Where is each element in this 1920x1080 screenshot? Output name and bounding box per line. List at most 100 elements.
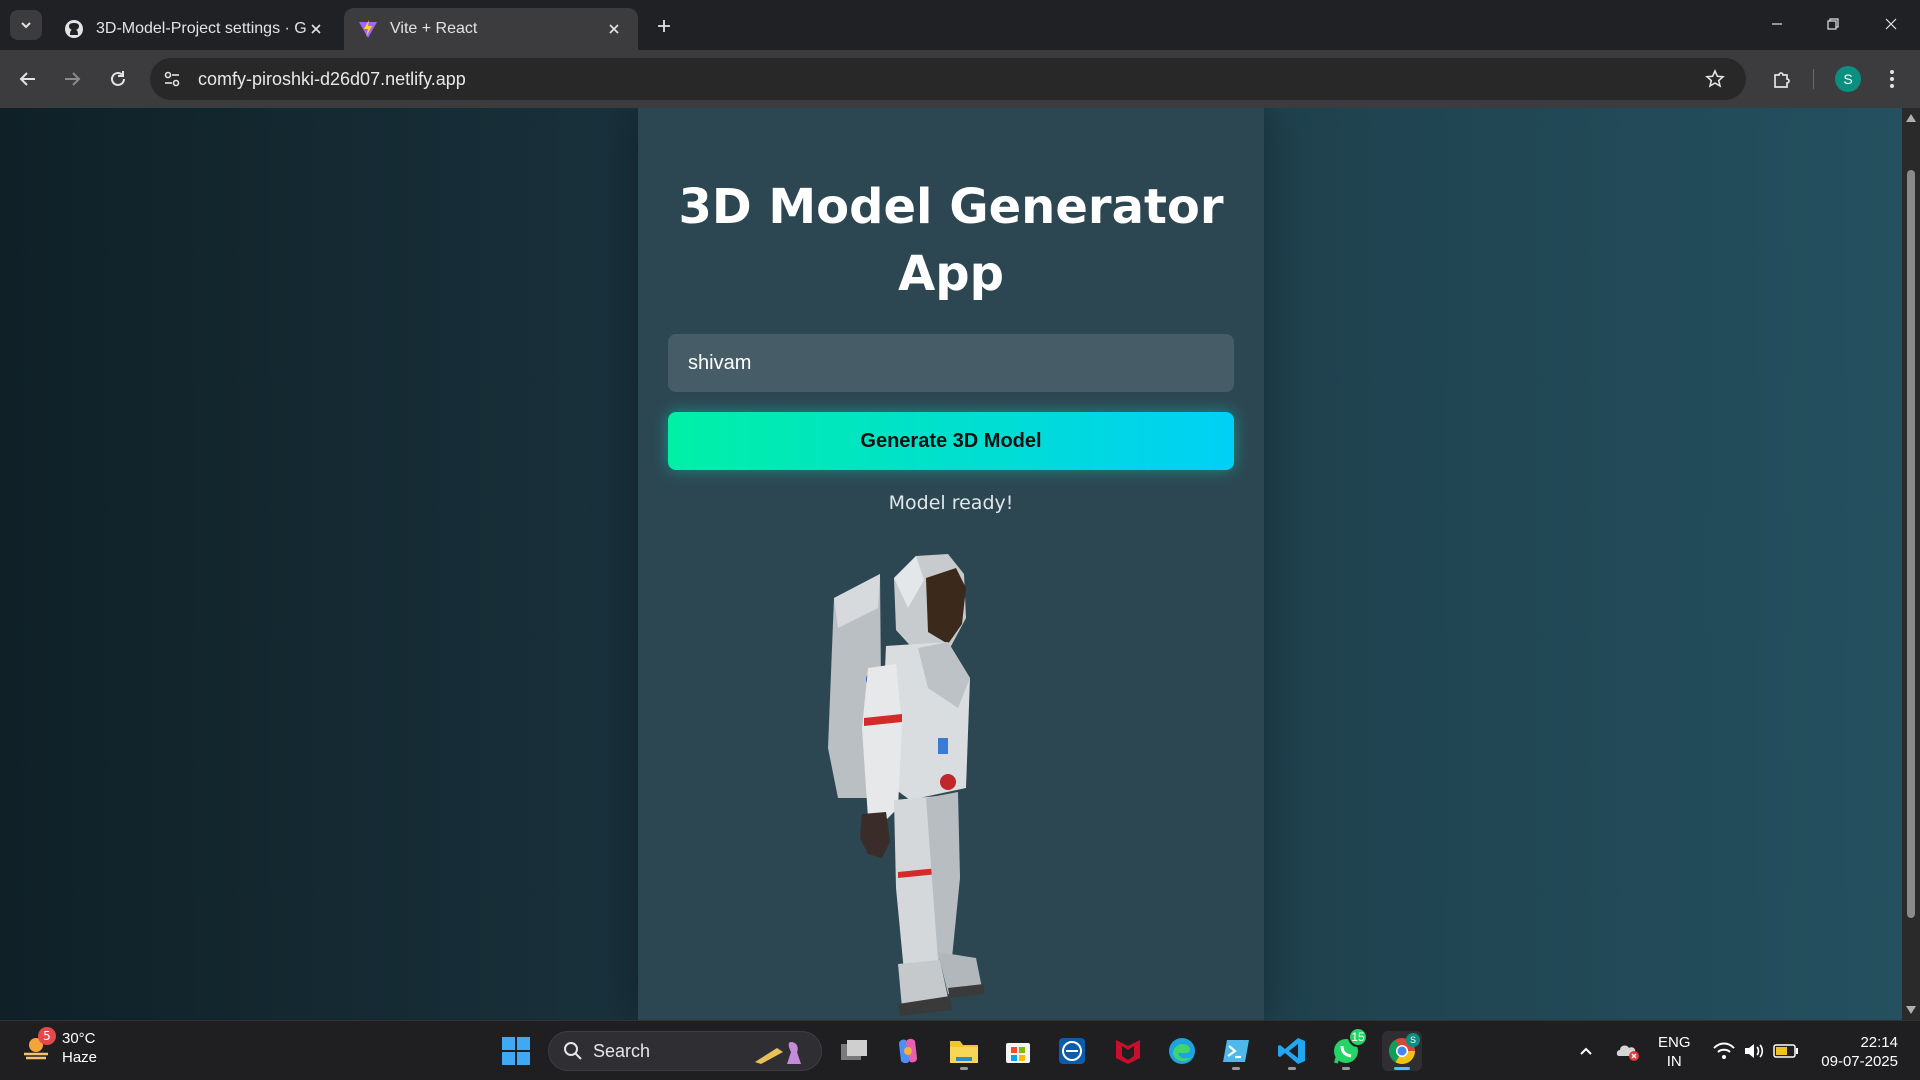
chevron-up-icon bbox=[1580, 1047, 1592, 1055]
language-indicator[interactable]: ENG IN bbox=[1658, 1033, 1691, 1071]
browser-toolbar: comfy-piroshki-d26d07.netlify.app S bbox=[0, 50, 1920, 108]
back-button[interactable] bbox=[12, 63, 44, 95]
page-viewport: 3D Model Generator App Generate 3D Model… bbox=[0, 108, 1902, 1020]
running-indicator bbox=[1394, 1067, 1410, 1070]
toolbar-divider bbox=[1813, 69, 1814, 89]
vscode-app[interactable] bbox=[1272, 1031, 1312, 1071]
weather-widget[interactable]: 5 30°C Haze bbox=[20, 1027, 98, 1067]
address-bar[interactable]: comfy-piroshki-d26d07.netlify.app bbox=[150, 58, 1746, 100]
whatsapp-app[interactable]: 15 bbox=[1326, 1027, 1368, 1071]
chrome-profile-badge: S bbox=[1406, 1033, 1420, 1047]
url-text: comfy-piroshki-d26d07.netlify.app bbox=[198, 68, 466, 89]
close-icon bbox=[1885, 18, 1897, 30]
tab-github-settings[interactable]: 3D-Model-Project settings · Git bbox=[50, 8, 340, 50]
reload-button[interactable] bbox=[102, 63, 134, 95]
new-tab-button[interactable] bbox=[650, 12, 678, 40]
weather-temp: 30°C bbox=[62, 1030, 96, 1047]
tab-vite-react[interactable]: Vite + React bbox=[344, 8, 638, 50]
quick-settings-button[interactable] bbox=[1708, 1031, 1804, 1071]
volume-icon bbox=[1745, 1044, 1764, 1058]
powershell-app[interactable] bbox=[1216, 1031, 1256, 1071]
clock-date: 09-07-2025 bbox=[1821, 1053, 1898, 1070]
avatar: S bbox=[1835, 66, 1861, 92]
edge-icon bbox=[1169, 1038, 1195, 1064]
bookmark-button[interactable] bbox=[1702, 66, 1728, 92]
reload-icon bbox=[111, 71, 125, 86]
running-indicator bbox=[1288, 1067, 1296, 1070]
star-icon bbox=[1705, 69, 1725, 88]
wifi-icon bbox=[1713, 1042, 1735, 1059]
tab-search-button[interactable] bbox=[10, 10, 42, 40]
store-icon bbox=[1006, 1043, 1030, 1063]
scroll-up-arrow[interactable] bbox=[1905, 112, 1917, 124]
arrow-left-icon bbox=[19, 72, 35, 86]
region-code: IN bbox=[1666, 1053, 1682, 1070]
tab-label: 3D-Model-Project settings · Git bbox=[96, 20, 306, 37]
scroll-thumb[interactable] bbox=[1907, 170, 1915, 918]
copilot-icon bbox=[899, 1038, 917, 1064]
task-view-icon bbox=[841, 1040, 867, 1060]
chrome-app[interactable]: S bbox=[1382, 1031, 1422, 1071]
status-message: Model ready! bbox=[888, 492, 1014, 514]
file-explorer-app[interactable] bbox=[944, 1031, 984, 1071]
cloud-error-icon bbox=[1616, 1045, 1639, 1061]
battery-icon bbox=[1773, 1044, 1798, 1058]
tune-icon bbox=[164, 71, 180, 87]
language-code: ENG bbox=[1658, 1034, 1691, 1051]
close-tab-icon[interactable] bbox=[604, 19, 624, 39]
minimize-button[interactable] bbox=[1754, 8, 1800, 40]
show-hidden-icons-button[interactable] bbox=[1568, 1031, 1604, 1071]
terminal-icon bbox=[1223, 1040, 1249, 1062]
close-tab-icon[interactable] bbox=[306, 19, 326, 39]
close-window-button[interactable] bbox=[1868, 8, 1914, 40]
plus-icon bbox=[658, 20, 670, 32]
more-vertical-icon bbox=[1890, 70, 1894, 88]
profile-button[interactable]: S bbox=[1832, 63, 1864, 95]
chevron-down-icon bbox=[21, 22, 31, 29]
page-scrollbar[interactable] bbox=[1902, 108, 1920, 1020]
restore-icon bbox=[1827, 18, 1839, 30]
microsoft-store-app[interactable] bbox=[998, 1031, 1038, 1071]
menu-button[interactable] bbox=[1876, 63, 1908, 95]
tab-label: Vite + React bbox=[390, 20, 478, 37]
arrow-right-icon bbox=[65, 72, 81, 86]
restore-button[interactable] bbox=[1810, 8, 1856, 40]
whatsapp-badge: 15 bbox=[1348, 1027, 1368, 1047]
dell-app[interactable] bbox=[1052, 1031, 1092, 1071]
vite-icon bbox=[359, 20, 377, 38]
site-info-button[interactable] bbox=[154, 61, 190, 97]
extensions-button[interactable] bbox=[1766, 63, 1798, 95]
mcafee-icon bbox=[1116, 1040, 1140, 1064]
onedrive-status[interactable] bbox=[1610, 1031, 1646, 1071]
page-title: 3D Model Generator App bbox=[678, 179, 1224, 302]
prompt-input[interactable] bbox=[668, 334, 1234, 392]
search-label: Search bbox=[593, 1040, 651, 1061]
dell-icon bbox=[1059, 1038, 1085, 1064]
running-indicator bbox=[1232, 1067, 1240, 1070]
search-icon bbox=[564, 1042, 582, 1060]
vscode-icon bbox=[1278, 1038, 1305, 1064]
minimize-icon bbox=[1772, 23, 1782, 25]
forward-button[interactable] bbox=[56, 63, 88, 95]
github-icon bbox=[65, 20, 83, 38]
generate-model-button[interactable]: Generate 3D Model bbox=[668, 412, 1234, 470]
app-container: 3D Model Generator App Generate 3D Model… bbox=[638, 108, 1264, 1020]
weather-desc: Haze bbox=[62, 1049, 98, 1066]
edge-app[interactable] bbox=[1162, 1031, 1202, 1071]
running-indicator bbox=[960, 1067, 968, 1070]
weather-badge: 5 bbox=[38, 1027, 56, 1045]
task-view-app[interactable] bbox=[834, 1031, 874, 1071]
windows-start-icon[interactable] bbox=[500, 1035, 532, 1067]
astronaut-model-viewer[interactable] bbox=[798, 548, 1098, 1020]
scroll-down-arrow[interactable] bbox=[1905, 1004, 1917, 1016]
clock-time: 22:14 bbox=[1860, 1034, 1898, 1051]
mcafee-app[interactable] bbox=[1108, 1031, 1148, 1071]
copilot-app[interactable] bbox=[888, 1031, 928, 1071]
search-highlight-icon bbox=[755, 1042, 801, 1064]
clock[interactable]: 22:14 09-07-2025 bbox=[1814, 1033, 1898, 1071]
tab-strip: 3D-Model-Project settings · Git Vite + R… bbox=[0, 0, 1920, 50]
taskbar-search[interactable]: Search bbox=[548, 1031, 822, 1071]
running-indicator bbox=[1342, 1067, 1350, 1070]
puzzle-icon bbox=[1774, 72, 1790, 88]
folder-icon bbox=[950, 1041, 978, 1063]
